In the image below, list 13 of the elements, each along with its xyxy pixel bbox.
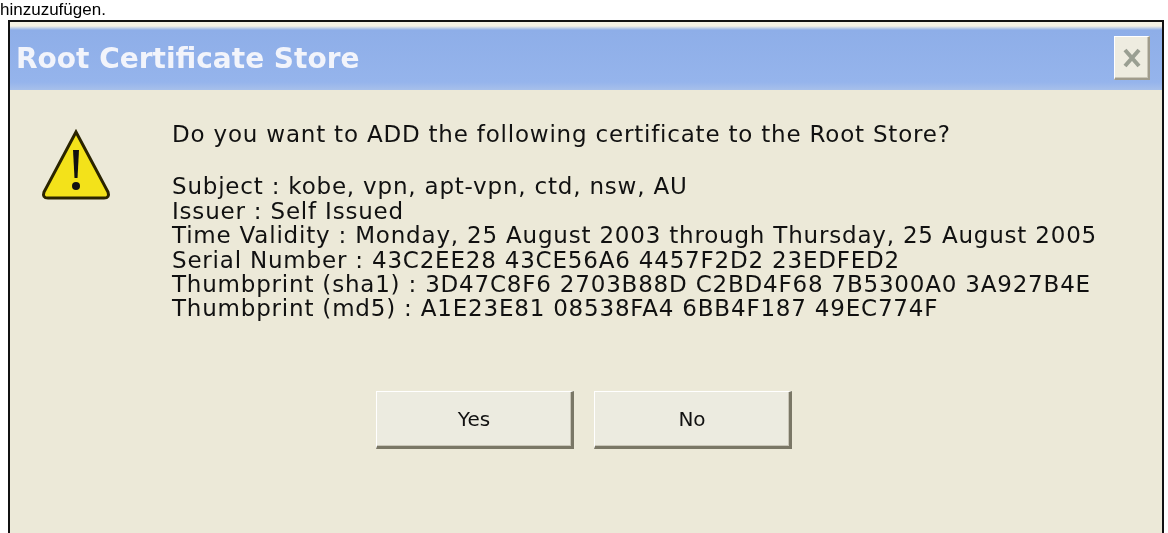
detail-text: Thumbprint (md5) : A1E23E81 08538FA4 6BB4F187 49EC774F <box>172 296 940 321</box>
detail-text: Serial Number : 43C2EE28 43CE56A6 4457F2D2 23EDFED2 <box>172 247 902 273</box>
detail-text: Time Validity : Monday, 25 August 2003 through Thursday, 25 August 2005 <box>172 223 1097 248</box>
close-icon <box>1121 46 1142 69</box>
close-button[interactable] <box>1114 36 1150 80</box>
dialog-button[interactable]: Yes <box>376 390 574 449</box>
detail-text: Thumbprint (sha1) : 3D47C8F6 2703B88D C2BD4F68 7B5300A0 3A927B4E <box>172 272 1092 297</box>
window-title: Root Certificate Store <box>16 41 360 75</box>
question-text: Do you want to ADD the following certificate to the Root Store? <box>172 122 952 147</box>
detail-text: Subject : kobe, vpn, apt-vpn, ctd, nsw, AU <box>172 174 689 199</box>
dialog-button[interactable]: No <box>594 390 792 449</box>
caption-text: hinzuzufügen. <box>0 0 106 20</box>
detail-text: Issuer : Self Issued <box>172 198 404 224</box>
